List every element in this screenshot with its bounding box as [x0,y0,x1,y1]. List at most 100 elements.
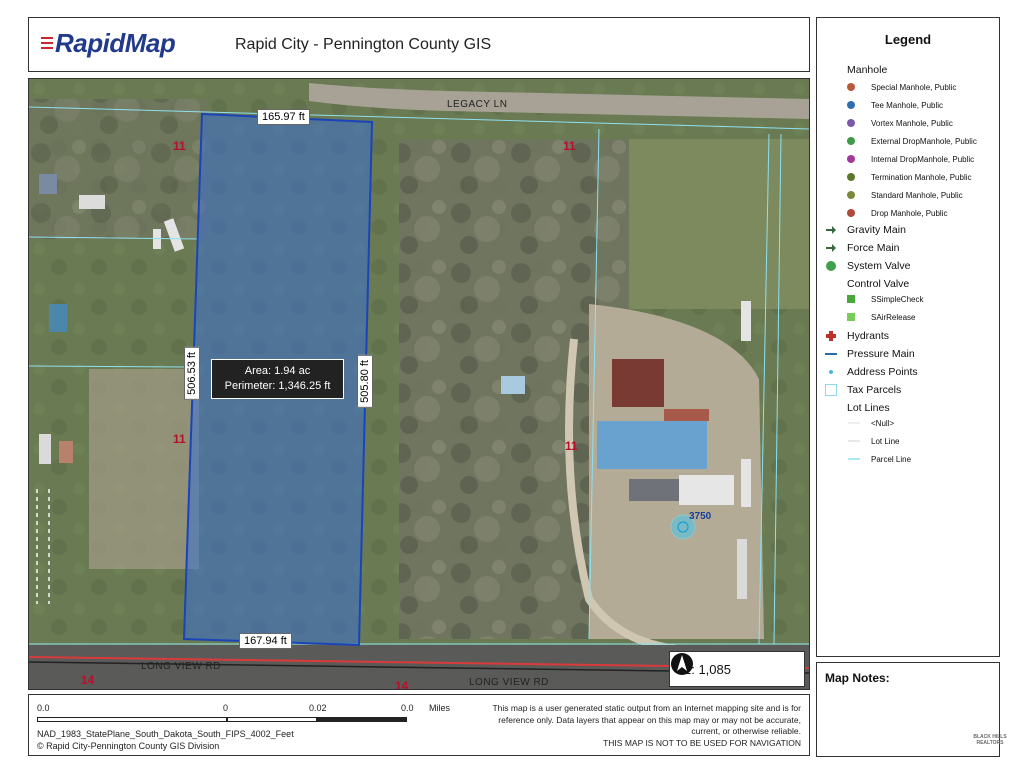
logo-bars-icon [41,37,53,51]
legend-item: <Null> [817,416,999,432]
legend-label: Hydrants [847,330,890,342]
legend-label: Manhole [847,64,888,76]
rapidmap-logo: RapidMap [41,28,176,59]
special-manhole-icon [847,83,855,91]
legend-label: Special Manhole, Public [871,83,957,92]
legend-label: Address Points [847,366,918,378]
legend-label: Control Valve [847,278,910,290]
legend-label: Drop Manhole, Public [871,209,948,218]
road-label-long-view-rd: LONG VIEW RD [141,661,221,672]
aerial-imagery [29,79,809,689]
drop-manhole-icon [847,209,855,217]
simple-check-valve-icon [847,295,855,303]
legend-label: Lot Lines [847,402,890,414]
legend-heading-control-valve: Control Valve [817,276,999,292]
legend-item: Lot Line [817,434,999,450]
internal-drop-manhole-icon [847,155,855,163]
scale-unit: Miles [429,703,451,713]
legend-heading-lot-lines: Lot Lines [817,400,999,416]
termination-manhole-icon [847,173,855,181]
map-header: RapidMap Rapid City - Pennington County … [28,17,810,72]
legend-title: Legend [884,32,932,47]
legend-label: Gravity Main [847,224,906,236]
legend-item: External DropManhole, Public [817,134,999,150]
badge-line: REALTORS [976,740,1004,746]
legend-item: Force Main [817,240,999,256]
legend-item: System Valve [817,258,999,274]
map-print-page: RapidMap Rapid City - Pennington County … [0,0,1024,768]
parcel-number: 11 [173,139,186,153]
dimension-bottom: 167.94 ft [239,633,292,649]
legend-label: Lot Line [871,437,900,446]
legend-item: Special Manhole, Public [817,80,999,96]
legend-label: Termination Manhole, Public [871,173,972,182]
scale-label: 0 [223,703,229,713]
legend-item: Pressure Main [817,346,999,362]
pressure-main-line-icon [825,353,837,355]
parcel-number: 11 [173,432,186,446]
legend-item: SAirRelease [817,310,999,326]
legend-item: Parcel Line [817,452,999,468]
scale-segment [37,717,227,722]
legend-label: Tax Parcels [847,384,902,396]
disclaimer-line: This map is a user generated static outp… [492,703,801,713]
hydrant-cross-icon [826,331,836,341]
legend-item: Drop Manhole, Public [817,206,999,222]
area-value: Area: 1.94 ac [244,365,311,377]
legend-item: Tee Manhole, Public [817,98,999,114]
tee-manhole-icon [847,101,855,109]
scale-segment [317,717,407,722]
road-label-legacy-ln: LEGACY LN [447,99,508,110]
parcel-number: 14 [81,673,95,687]
system-valve-icon [826,261,836,271]
lot-line-icon [848,440,860,442]
legend-label: Internal DropManhole, Public [871,155,975,164]
legend-label: Tee Manhole, Public [871,101,944,110]
logo-text: RapidMap [55,28,176,58]
measurement-tooltip: Area: 1.94 ac Perimeter: 1,346.25 ft [211,359,344,399]
disclaimer-line: reference only. Data layers that appear … [498,714,801,725]
legend-label: External DropManhole, Public [871,137,977,146]
legend-label: Pressure Main [847,348,915,360]
road-label-long-view-rd: LONG VIEW RD [469,677,549,688]
address-number: 3750 [689,511,712,522]
disclaimer: This map is a user generated static outp… [491,703,801,749]
tax-parcel-box-icon [825,384,837,396]
legend-item: Vortex Manhole, Public [817,116,999,132]
legend-item: Standard Manhole, Public [817,188,999,204]
legend-label: Vortex Manhole, Public [871,119,953,128]
legend-item: Internal DropManhole, Public [817,152,999,168]
legend-item: Hydrants [817,328,999,344]
legend-panel: Legend Manhole Special Manhole, Public T… [816,17,1000,657]
map-notes-title: Map Notes: [825,671,890,685]
vortex-manhole-icon [847,119,855,127]
legend-item: Tax Parcels [817,382,999,398]
legend-item: SSimpleCheck [817,292,999,308]
legend-item: Termination Manhole, Public [817,170,999,186]
parcel-number: 11 [563,139,576,153]
force-main-arrow-icon [826,244,836,252]
legend-label: Parcel Line [871,455,912,464]
disclaimer-line: current, or otherwise reliable. [691,726,801,736]
disclaimer-warning: THIS MAP IS NOT TO BE USED FOR NAVIGATIO… [603,737,801,748]
scale-label: 0.0 [37,703,50,713]
air-release-valve-icon [847,313,855,321]
dimension-left: 506.53 ft [184,347,200,400]
legend-label: System Valve [847,260,911,272]
legend-label: SAirRelease [871,313,916,322]
legend-item: Gravity Main [817,222,999,238]
gravity-main-arrow-icon [826,226,836,234]
address-point-icon [829,370,833,374]
dimension-right: 505.80 ft [357,355,373,408]
map-view[interactable]: LEGACY LN LONG VIEW RD LONG VIEW RD 11 1… [28,78,810,690]
standard-manhole-icon [847,191,855,199]
scale-label: 0.0 [401,703,414,713]
app-title: Rapid City - Pennington County GIS [235,36,492,53]
dimension-top: 165.97 ft [257,109,310,125]
map-footer: 0.0 0 0.02 0.0 Miles NAD_1983_StatePlane… [28,694,810,756]
scale-label: 0.02 [309,703,327,713]
legend-heading-manhole: Manhole [817,62,999,78]
credit-text: © Rapid City-Pennington County GIS Divis… [37,741,220,751]
parcel-line-icon [848,458,860,460]
realtors-badge-logo: BLACK HILLS REALTORS [972,734,1008,758]
